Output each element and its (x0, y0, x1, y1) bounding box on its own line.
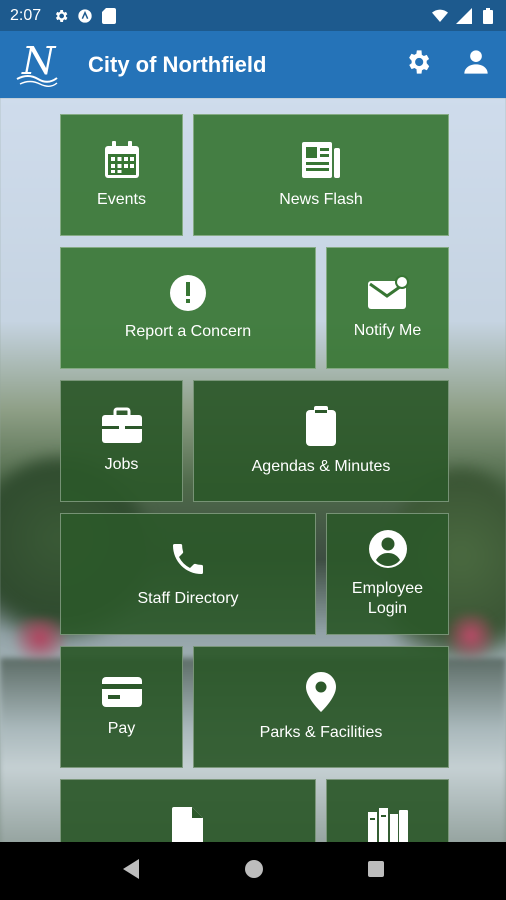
app-bar: N City of Northfield (0, 31, 506, 98)
city-logo[interactable]: N (16, 39, 58, 87)
tile-agendas-minutes[interactable]: Agendas & Minutes (193, 380, 449, 502)
settings-status-icon (53, 8, 69, 24)
tile-label: Events (97, 191, 146, 208)
tile-label: Pay (107, 720, 136, 737)
tile-label: Staff Directory (137, 590, 239, 607)
tile-report-concern[interactable]: Report a Concern (60, 247, 316, 369)
calendar-icon (102, 140, 142, 180)
tile-label: Report a Concern (124, 323, 252, 340)
document-icon (171, 806, 205, 842)
tile-label: Agendas & Minutes (251, 458, 391, 475)
credit-card-icon (100, 675, 144, 709)
tile-label: Parks & Facilities (259, 724, 383, 741)
tile-news-flash[interactable]: News Flash (193, 114, 449, 236)
status-bar: 2:07 (0, 0, 506, 31)
tile-label: Notify Me (353, 322, 422, 339)
tile-label: Jobs (104, 456, 139, 473)
clipboard-icon (304, 405, 338, 447)
account-icon[interactable] (462, 48, 490, 81)
settings-icon[interactable] (404, 48, 432, 81)
sd-card-icon (101, 7, 117, 24)
newspaper-icon (300, 140, 342, 180)
battery-icon (480, 7, 496, 24)
phone-icon (168, 539, 208, 579)
tile-parks-facilities[interactable]: Parks & Facilities (193, 646, 449, 768)
tile-label: Employee Login (351, 580, 424, 617)
cell-signal-icon (456, 7, 472, 24)
wifi-icon (432, 8, 448, 24)
briefcase-icon (100, 407, 144, 445)
recents-icon[interactable] (367, 860, 385, 883)
library-icon (366, 806, 410, 842)
tile-employee-login[interactable]: Employee Login (326, 513, 449, 635)
tile-grid: Events News Flash Report a Concern Notif… (60, 114, 449, 842)
mail-notification-icon (366, 275, 410, 311)
app-status-icon (77, 8, 93, 24)
back-icon[interactable] (121, 858, 141, 885)
tile-pay[interactable]: Pay (60, 646, 183, 768)
tile-jobs[interactable]: Jobs (60, 380, 183, 502)
tile-documents[interactable] (60, 779, 316, 842)
location-pin-icon (305, 671, 337, 713)
app-title: City of Northfield (88, 51, 267, 77)
status-time: 2:07 (10, 6, 42, 24)
navigation-bar (0, 842, 506, 900)
account-circle-icon (368, 529, 408, 569)
tile-label: News Flash (279, 191, 363, 208)
tile-staff-directory[interactable]: Staff Directory (60, 513, 316, 635)
home-icon[interactable] (244, 859, 264, 884)
tile-notify-me[interactable]: Notify Me (326, 247, 449, 369)
tile-events[interactable]: Events (60, 114, 183, 236)
tile-library[interactable] (326, 779, 449, 842)
alert-icon (169, 274, 207, 312)
